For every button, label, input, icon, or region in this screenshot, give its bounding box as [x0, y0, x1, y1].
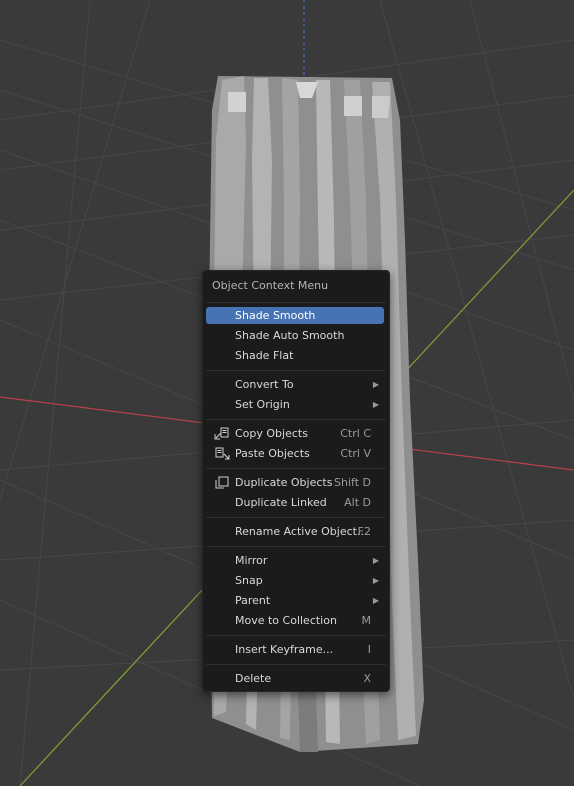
rename-active-object-item[interactable]: Rename Active Object... F2 — [206, 523, 384, 540]
snap-item[interactable]: Snap ▶ — [206, 572, 384, 589]
shade-flat-label: Shade Flat — [235, 349, 294, 362]
delete-item[interactable]: Delete X — [206, 670, 384, 687]
submenu-arrow-icon: ▶ — [372, 556, 379, 565]
move-to-collection-label: Move to Collection — [235, 614, 337, 627]
copy-objects-item[interactable]: Copy Objects Ctrl C — [206, 425, 384, 442]
menu-separator — [206, 370, 386, 371]
duplicate-icon — [215, 476, 229, 489]
rename-shortcut: F2 — [357, 525, 371, 538]
object-context-menu: Object Context Menu Shade Smooth Shade A… — [202, 270, 390, 692]
duplicate-linked-label: Duplicate Linked — [235, 496, 327, 509]
submenu-arrow-icon: ▶ — [372, 576, 379, 585]
copy-objects-label: Copy Objects — [235, 427, 308, 440]
menu-separator — [206, 468, 386, 469]
insert-keyframe-item[interactable]: Insert Keyframe... I — [206, 641, 384, 658]
paste-objects-label: Paste Objects — [235, 447, 310, 460]
duplicate-objects-shortcut: Shift D — [334, 476, 371, 489]
duplicate-linked-item[interactable]: Duplicate Linked Alt D — [206, 494, 384, 511]
submenu-arrow-icon: ▶ — [372, 596, 379, 605]
shade-auto-smooth-item[interactable]: Shade Auto Smooth — [206, 327, 384, 344]
parent-label: Parent — [235, 594, 271, 607]
duplicate-objects-item[interactable]: Duplicate Objects Shift D — [206, 474, 384, 491]
insert-keyframe-shortcut: I — [367, 643, 371, 656]
shade-smooth-item[interactable]: Shade Smooth — [206, 307, 384, 324]
set-origin-item[interactable]: Set Origin ▶ — [206, 396, 384, 413]
mirror-item[interactable]: Mirror ▶ — [206, 552, 384, 569]
duplicate-linked-shortcut: Alt D — [344, 496, 371, 509]
copy-objects-shortcut: Ctrl C — [340, 427, 371, 440]
shade-flat-item[interactable]: Shade Flat — [206, 347, 384, 364]
menu-title: Object Context Menu — [212, 279, 329, 292]
menu-separator — [206, 664, 386, 665]
move-to-collection-item[interactable]: Move to Collection M — [206, 612, 384, 629]
menu-separator — [206, 546, 386, 547]
duplicate-objects-label: Duplicate Objects — [235, 476, 333, 489]
parent-item[interactable]: Parent ▶ — [206, 592, 384, 609]
paste-objects-item[interactable]: Paste Objects Ctrl V — [206, 445, 384, 462]
insert-keyframe-label: Insert Keyframe... — [235, 643, 334, 656]
shade-auto-smooth-label: Shade Auto Smooth — [235, 329, 345, 342]
snap-label: Snap — [235, 574, 263, 587]
copy-icon — [214, 427, 229, 440]
menu-separator — [206, 302, 386, 303]
paste-icon — [215, 447, 230, 460]
delete-shortcut: X — [363, 672, 371, 685]
menu-separator — [206, 419, 386, 420]
convert-to-label: Convert To — [235, 378, 294, 391]
set-origin-label: Set Origin — [235, 398, 290, 411]
menu-separator — [206, 517, 386, 518]
menu-separator — [206, 635, 386, 636]
move-to-collection-shortcut: M — [361, 614, 372, 627]
paste-objects-shortcut: Ctrl V — [340, 447, 371, 460]
rename-active-object-label: Rename Active Object... — [235, 525, 368, 538]
mirror-label: Mirror — [235, 554, 268, 567]
convert-to-item[interactable]: Convert To ▶ — [206, 376, 384, 393]
submenu-arrow-icon: ▶ — [372, 380, 379, 389]
shade-smooth-label: Shade Smooth — [235, 309, 316, 322]
delete-label: Delete — [235, 672, 272, 685]
submenu-arrow-icon: ▶ — [372, 400, 379, 409]
